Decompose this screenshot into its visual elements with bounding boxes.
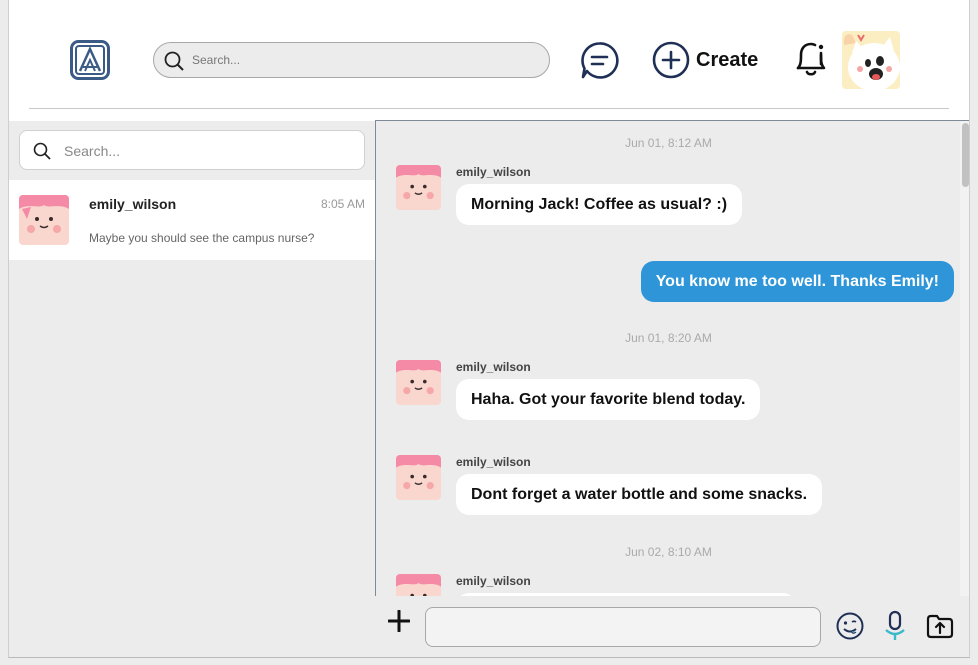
message-bubble: Morning Jack! Coffee as usual? :) [456, 184, 743, 225]
top-bar: Create [9, 0, 969, 110]
message-bubble: Haha. Got your favorite blend today. [456, 379, 761, 420]
profile-avatar[interactable] [842, 31, 900, 89]
chat-scrollbar[interactable] [960, 121, 969, 596]
conversation-sidebar: emily_wilson 8:05 AM Maybe you should se… [9, 121, 375, 657]
create-plus-icon [652, 41, 690, 79]
message-composer [375, 596, 969, 657]
search-icon [163, 50, 185, 72]
search-icon [32, 141, 52, 161]
message-bubble: Dont forget a water bottle and some snac… [456, 474, 823, 515]
sender-name: emily_wilson [456, 455, 531, 469]
sender-name: emily_wilson [456, 360, 531, 374]
bell-icon[interactable] [792, 38, 830, 78]
emoji-icon[interactable] [835, 611, 865, 641]
app-window: Create [8, 0, 970, 658]
sender-name: emily_wilson [456, 574, 531, 588]
messages-icon[interactable] [580, 41, 619, 80]
global-search-input[interactable] [192, 50, 532, 70]
microphone-icon[interactable] [883, 610, 907, 642]
message-timestamp: Jun 02, 8:10 AM [625, 545, 712, 559]
message-avatar [396, 360, 441, 405]
conversation-preview: Maybe you should see the campus nurse? [89, 231, 315, 245]
scrollbar-thumb[interactable] [962, 123, 969, 187]
message-avatar [396, 574, 441, 596]
conversation-time: 8:05 AM [320, 197, 365, 211]
sender-name: emily_wilson [456, 165, 531, 179]
conversation-search-input[interactable] [64, 141, 344, 161]
message-timestamp: Jun 01, 8:20 AM [625, 331, 712, 345]
plus-icon[interactable] [387, 609, 411, 633]
global-search[interactable] [153, 42, 550, 78]
create-button[interactable]: Create [652, 41, 758, 79]
message-input[interactable] [425, 607, 821, 647]
conversation-item[interactable]: emily_wilson 8:05 AM Maybe you should se… [9, 180, 375, 260]
upload-icon[interactable] [926, 613, 954, 639]
chat-panel[interactable]: Jun 01, 8:12 AM emily_wilson Morning Jac… [375, 120, 969, 596]
message-avatar [396, 455, 441, 500]
message-timestamp: Jun 01, 8:12 AM [625, 136, 712, 150]
contact-avatar [19, 195, 69, 245]
create-label: Create [696, 48, 759, 71]
contact-name: emily_wilson [89, 196, 177, 212]
header-divider [29, 108, 949, 109]
conversation-search[interactable] [19, 130, 365, 170]
app-logo-icon[interactable] [70, 40, 110, 80]
own-message-bubble: You know me too well. Thanks Emily! [640, 261, 954, 302]
message-avatar [396, 165, 441, 210]
